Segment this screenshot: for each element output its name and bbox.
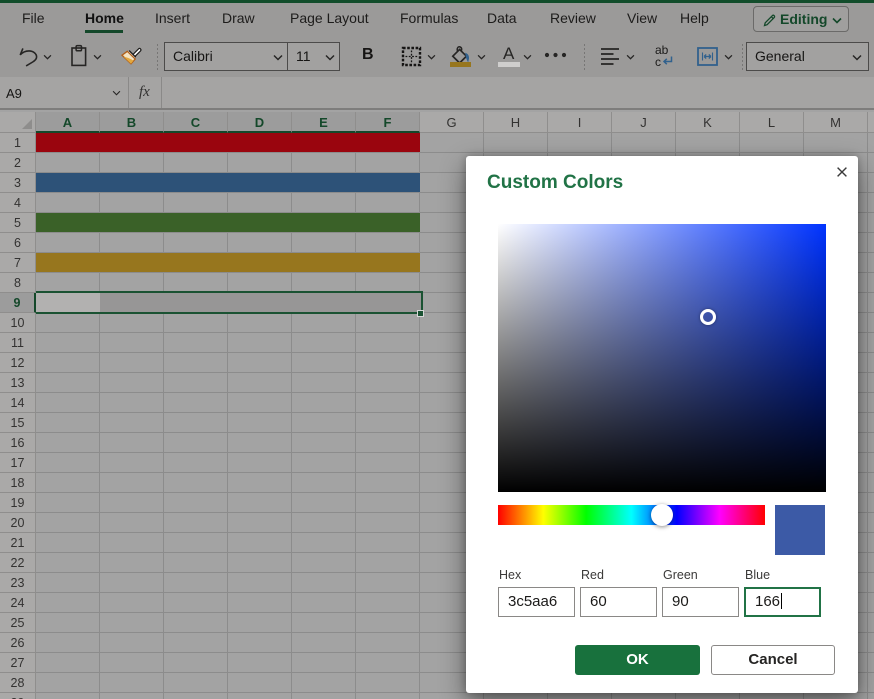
svg-text:c: c	[655, 55, 661, 69]
